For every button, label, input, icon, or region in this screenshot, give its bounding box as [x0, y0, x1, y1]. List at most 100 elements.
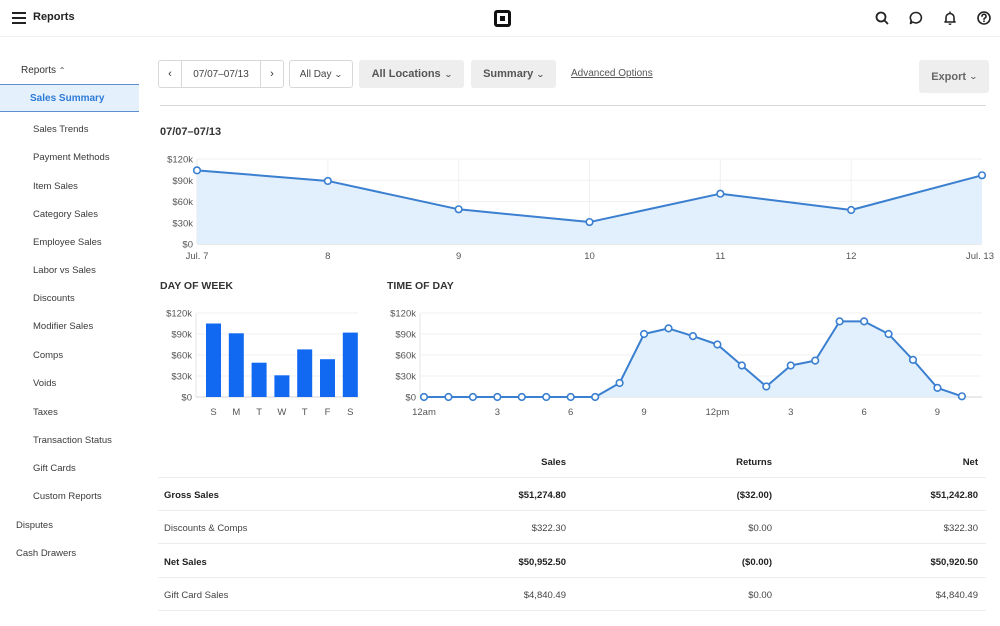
row-sales: $4,840.49 — [523, 590, 566, 601]
daily-sales-chart: $0 $30k $60k $90k $120k Jul. 7 8 9 10 11 12 Jul. 13 — [167, 155, 994, 263]
y-tick-label: $60k — [172, 197, 193, 208]
data-point — [859, 317, 869, 326]
x-tick-label: 12 — [846, 251, 857, 262]
row-net: $51,242.80 — [930, 490, 978, 501]
x-tick-label: W — [277, 407, 286, 418]
x-tick-label: T — [256, 407, 262, 418]
y-tick-label: $30k — [172, 218, 193, 229]
x-tick-label: 3 — [495, 407, 500, 418]
data-point — [688, 332, 698, 341]
x-tick-label: 9 — [641, 407, 646, 418]
data-point — [323, 176, 332, 186]
data-point — [542, 392, 551, 402]
row-net: $322.30 — [943, 523, 978, 534]
data-point — [847, 205, 856, 215]
data-point — [762, 382, 771, 391]
day-of-week-chart: $0 $30k $60k $90k $120k S M T W T F S — [166, 309, 358, 418]
x-tick-label: F — [325, 407, 331, 418]
y-tick-label: $0 — [405, 393, 416, 404]
data-point — [811, 356, 820, 365]
header-sales: Sales — [541, 457, 566, 468]
row-sales: $50,952.50 — [518, 557, 566, 568]
x-tick-label: 12pm — [706, 407, 730, 418]
data-point — [585, 217, 594, 227]
x-tick-label: 9 — [935, 407, 940, 418]
row-returns: $0.00 — [748, 590, 772, 601]
x-tick-label: 3 — [788, 407, 793, 418]
row-returns: $0.00 — [748, 523, 772, 534]
bar — [228, 333, 244, 397]
x-tick-label: 11 — [715, 251, 725, 262]
data-point — [419, 392, 429, 402]
x-tick-label: Jul. 13 — [966, 251, 994, 262]
table-row: Gift Card Sales $4,840.49 $0.00 $4,840.4… — [158, 578, 986, 611]
x-tick-label: Jul. 7 — [186, 251, 209, 262]
x-tick-label: S — [210, 407, 216, 418]
y-tick-label: $30k — [395, 372, 416, 383]
y-tick-label: $90k — [172, 176, 193, 187]
data-point — [957, 392, 967, 401]
data-point — [639, 329, 649, 339]
data-point — [713, 340, 722, 349]
data-point — [615, 378, 624, 388]
table-row: Net Sales $50,952.50 ($0.00) $50,920.50 — [158, 545, 986, 578]
table-row: Gross Sales $51,274.80 ($32.00) $51,242.… — [158, 478, 986, 511]
header-net: Net — [962, 457, 978, 468]
data-point — [468, 392, 478, 402]
header-returns: Returns — [736, 457, 772, 468]
data-point — [454, 205, 463, 214]
y-tick-label: $120k — [166, 309, 192, 320]
x-tick-label: 12am — [412, 407, 436, 418]
x-tick-label: 8 — [325, 251, 330, 262]
x-tick-label: M — [232, 407, 240, 418]
data-point — [493, 392, 502, 402]
table-row: Discounts & Comps $322.30 $0.00 $322.30 — [158, 511, 986, 544]
x-tick-label: 10 — [584, 251, 595, 262]
x-tick-label: 9 — [456, 251, 461, 262]
data-point — [566, 392, 575, 402]
row-net: $4,840.49 — [935, 590, 978, 601]
data-point — [835, 317, 844, 326]
y-tick-label: $60k — [171, 351, 192, 362]
y-tick-label: $120k — [390, 309, 416, 320]
y-tick-label: $60k — [395, 351, 416, 362]
y-tick-label: $0 — [181, 393, 192, 404]
time-of-day-chart: $0 $30k $60k $90k $120k 12am 3 6 9 12pm 3 6 9 — [390, 309, 982, 418]
data-point — [908, 355, 918, 365]
row-label: Net Sales — [164, 557, 207, 568]
row-returns: ($32.00) — [736, 490, 772, 501]
data-point — [977, 171, 987, 180]
x-tick-label: T — [302, 407, 308, 418]
data-point — [517, 392, 526, 402]
data-point — [664, 324, 673, 333]
bar — [320, 359, 335, 397]
row-returns: ($0.00) — [741, 557, 772, 568]
row-label: Gross Sales — [164, 490, 219, 501]
row-label: Discounts & Comps — [164, 523, 248, 534]
data-point — [444, 392, 453, 402]
y-tick-label: $0 — [182, 240, 193, 251]
row-sales: $322.30 — [531, 523, 566, 534]
data-point — [591, 392, 600, 402]
row-label: Gift Card Sales — [164, 590, 229, 601]
data-point — [737, 361, 746, 370]
y-tick-label: $90k — [395, 330, 416, 341]
table-header-row: Sales Returns Net — [158, 445, 986, 478]
data-point — [786, 361, 795, 370]
x-tick-label: S — [347, 407, 353, 418]
bar — [274, 375, 290, 397]
bar — [297, 349, 313, 397]
bar — [251, 362, 267, 397]
x-tick-label: 6 — [861, 407, 866, 418]
y-tick-label: $90k — [171, 330, 192, 341]
y-tick-label: $120k — [167, 155, 193, 166]
x-tick-label: 6 — [568, 407, 573, 418]
data-point — [716, 189, 725, 198]
bar — [342, 332, 358, 397]
row-net: $50,920.50 — [930, 557, 978, 568]
data-point — [933, 383, 942, 393]
bar — [206, 323, 221, 397]
row-sales: $51,274.80 — [518, 490, 566, 501]
y-tick-label: $30k — [171, 372, 192, 383]
data-point — [192, 166, 202, 175]
